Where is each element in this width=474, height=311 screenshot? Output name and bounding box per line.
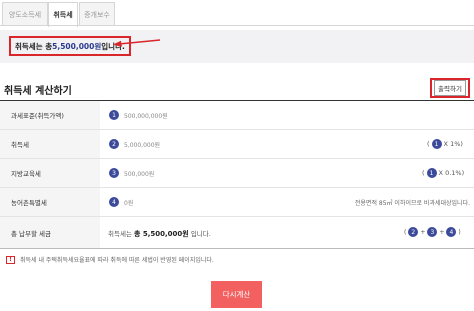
table-row-total: 총 납부할 세금 취득세는 총 5,500,000원 입니다. ( 2 + 3 … [0, 217, 474, 249]
total-amount: 총 5,500,000원 [134, 230, 189, 238]
step-number-badge: 1 [431, 139, 442, 149]
row-label: 취득세 [0, 130, 100, 158]
row-value: 5,000,000원 [124, 142, 161, 149]
total-prefix: 취득세는 [108, 230, 132, 238]
tab-label: 양도소득세 [8, 10, 42, 19]
tab-acquisition-tax[interactable]: 취득세 [48, 2, 78, 27]
total-suffix: 입니다. [190, 230, 211, 238]
step-number-badge: 2 [109, 139, 119, 149]
table-row: 과세표준(취득가액) 1 500,000,000원 [0, 101, 474, 130]
rate-formula: ( 1 X 0.1%) [422, 168, 464, 178]
formula-paren: ) [458, 228, 461, 236]
rate-formula: ( 1 X 1%) [427, 139, 463, 149]
sum-formula: ( 2 + 3 + 4 ) [404, 227, 461, 237]
step-number-badge: 1 [426, 168, 437, 178]
tab-label: 취득세 [53, 11, 73, 19]
step-number-badge: 1 [109, 110, 119, 120]
print-button-label: 출력하기 [434, 80, 466, 96]
tabs-divider [0, 25, 474, 26]
row-value: 500,000,000원 [124, 113, 168, 120]
table-row: 지방교육세 3 500,000원 ( 1 X 0.1%) [0, 159, 474, 188]
recalculate-button[interactable]: 다시계산 [211, 281, 262, 308]
step-number-badge: 4 [446, 227, 457, 237]
calc-table: 과세표준(취득가액) 1 500,000,000원 취득세 2 5,000,00… [0, 100, 474, 249]
warning-icon: ! [6, 255, 15, 264]
table-row: 농어촌특별세 4 0원 전용면적 85㎡ 이하이므로 비과세대상입니다. [0, 188, 474, 217]
tab-brokerage-fee[interactable]: 증개보수 [79, 2, 115, 26]
print-button[interactable]: 출력하기 [430, 78, 470, 98]
step-number-badge: 2 [408, 227, 419, 237]
row-value: 0원 [124, 200, 134, 207]
rate-paren: ( [422, 169, 425, 177]
formula-plus: + [439, 228, 445, 236]
result-amount: 5,500,000원 [52, 41, 102, 51]
table-row: 취득세 2 5,000,000원 ( 1 X 1%) [0, 130, 474, 159]
step-number-badge: 3 [109, 168, 119, 178]
rate-text: X 0.1%) [438, 169, 465, 177]
total-summary: 취득세는 총 5,500,000원 입니다. [108, 228, 211, 239]
row-label: 농어촌특별세 [0, 188, 100, 216]
row-label: 총 납부할 세금 [0, 217, 100, 248]
section-title: 취득세 계산하기 [4, 86, 72, 97]
footnote: ! 취득세 내 주택취득세요율표에 따라 취득에 따른 세법이 반영된 페이지입… [6, 255, 214, 264]
row-label: 과세표준(취득가액) [0, 101, 100, 129]
recalculate-label: 다시계산 [222, 290, 251, 299]
row-value: 500,000원 [124, 171, 155, 178]
tab-bar: 양도소득세 취득세 증개보수 [0, 0, 474, 27]
step-number-badge: 4 [109, 197, 119, 207]
rate-text: X 1%) [443, 140, 463, 148]
exemption-note: 전용면적 85㎡ 이하이므로 비과세대상입니다. [354, 200, 470, 207]
left-arrow-icon [113, 39, 161, 47]
step-number-badge: 3 [427, 227, 438, 237]
footnote-text: 취득세 내 주택취득세요율표에 따라 취득에 따른 세법이 반영된 페이지입니다… [20, 257, 214, 264]
rate-paren: ( [427, 140, 430, 148]
tab-label: 증개보수 [84, 10, 110, 19]
formula-plus: + [420, 228, 426, 236]
result-prefix: 취득세는 총 [15, 41, 53, 51]
row-label: 지방교육세 [0, 159, 100, 187]
formula-paren: ( [404, 228, 407, 236]
tab-transfer-tax[interactable]: 양도소득세 [2, 2, 48, 26]
